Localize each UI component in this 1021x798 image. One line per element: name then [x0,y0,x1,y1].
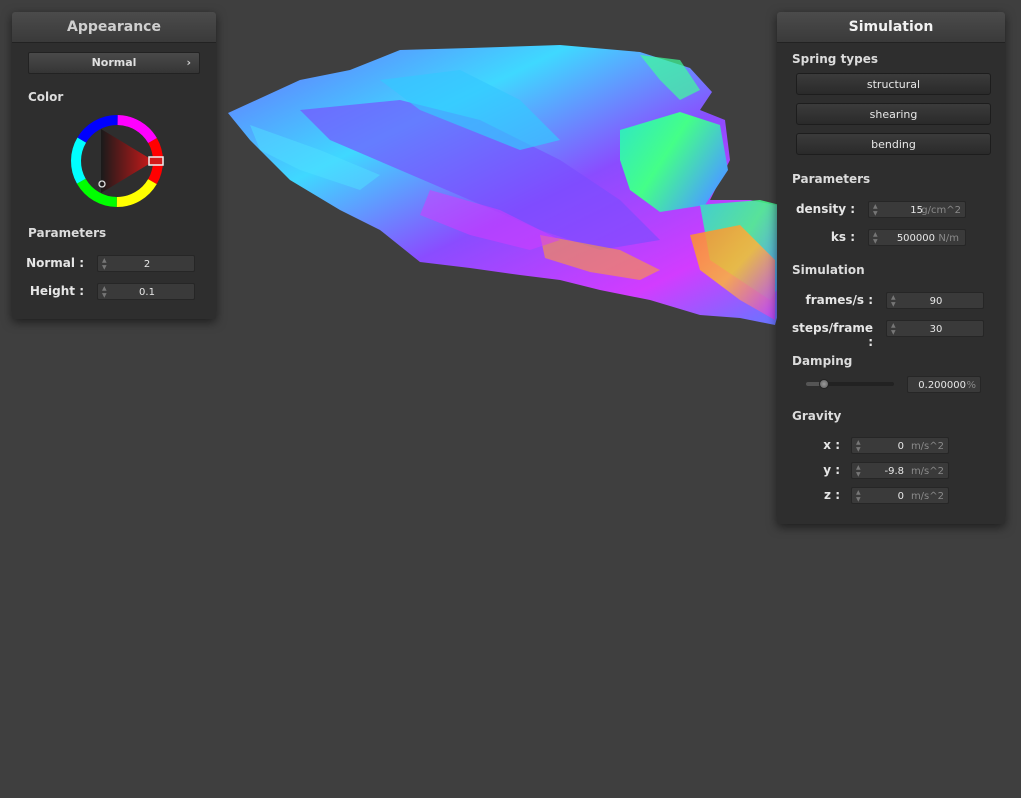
damping-value: 0.200000 [918,380,966,391]
simulation-panel: Simulation Spring types structural shear… [777,12,1005,524]
spring-types-label: Spring types [792,52,879,66]
ks-input[interactable]: ▲ ▼ 500000 N/m [868,229,966,246]
appearance-title[interactable]: Appearance [12,12,216,43]
structural-button[interactable]: structural [796,73,991,95]
gravity-z-input[interactable]: ▲ ▼ 0 m/s^2 [851,487,949,504]
bending-button[interactable]: bending [796,133,991,155]
height-input[interactable]: ▲ ▼ 0.1 [97,283,195,300]
fps-value: 90 [929,296,943,307]
damping-label: Damping [792,354,853,368]
gravity-y-input[interactable]: ▲ ▼ -9.8 m/s^2 [851,462,949,479]
sim-parameters-label: Parameters [792,172,871,186]
shader-combo-label: Normal [91,56,137,69]
density-unit: g/cm^2 [921,205,961,216]
spinner-icon[interactable]: ▲ ▼ [873,203,879,217]
gravity-z-unit: m/s^2 [910,491,944,502]
damping-slider-knob[interactable] [818,379,829,389]
appearance-parameters-label: Parameters [28,226,107,240]
gravity-x-label: x : [823,438,840,452]
normal-label: Normal : [26,256,84,270]
normal-input[interactable]: ▲ ▼ 2 [97,255,195,272]
hue-selector-handle[interactable] [148,156,164,166]
ks-unit: N/m [938,233,959,244]
simulation-title[interactable]: Simulation [777,12,1005,43]
height-value: 0.1 [139,287,155,298]
gravity-x-unit: m/s^2 [910,441,944,452]
fps-label: frames/s : [805,293,873,307]
fps-input[interactable]: ▲ ▼ 90 [886,292,984,309]
gravity-x-input[interactable]: ▲ ▼ 0 m/s^2 [851,437,949,454]
ks-value: 500000 [896,233,935,244]
normal-value: 2 [143,259,151,270]
gravity-y-unit: m/s^2 [910,466,944,477]
gravity-label: Gravity [792,409,842,423]
gravity-y-label: y : [823,463,840,477]
damping-input[interactable]: 0.200000 % [907,376,981,393]
spinner-icon[interactable]: ▲ ▼ [856,439,862,453]
gravity-z-value: 0 [897,491,904,502]
damping-unit: % [966,380,976,391]
shader-combo[interactable]: Normal › [28,52,200,74]
color-wheel-graphic[interactable] [70,114,164,208]
color-group-label: Color [28,90,64,104]
steps-value: 30 [929,324,943,335]
gravity-y-value: -9.8 [884,466,904,477]
steps-input[interactable]: ▲ ▼ 30 [886,320,984,337]
spinner-icon[interactable]: ▲ ▼ [856,464,862,478]
ks-label: ks : [830,230,855,244]
shearing-button[interactable]: shearing [796,103,991,125]
gravity-x-value: 0 [897,441,904,452]
color-wheel[interactable] [70,114,164,208]
chevron-right-icon: › [186,56,191,69]
density-input[interactable]: ▲ ▼ 15 g/cm^2 [868,201,966,218]
steps-label: steps/frame : [791,321,873,349]
simulation-group-label: Simulation [792,263,865,277]
gravity-z-label: z : [824,488,840,502]
density-label: density : [795,202,855,216]
spinner-icon[interactable]: ▲ ▼ [873,231,879,245]
height-label: Height : [29,284,84,298]
spinner-icon[interactable]: ▲ ▼ [856,489,862,503]
appearance-panel: Appearance Normal › Color Parameters Nor… [12,12,216,319]
